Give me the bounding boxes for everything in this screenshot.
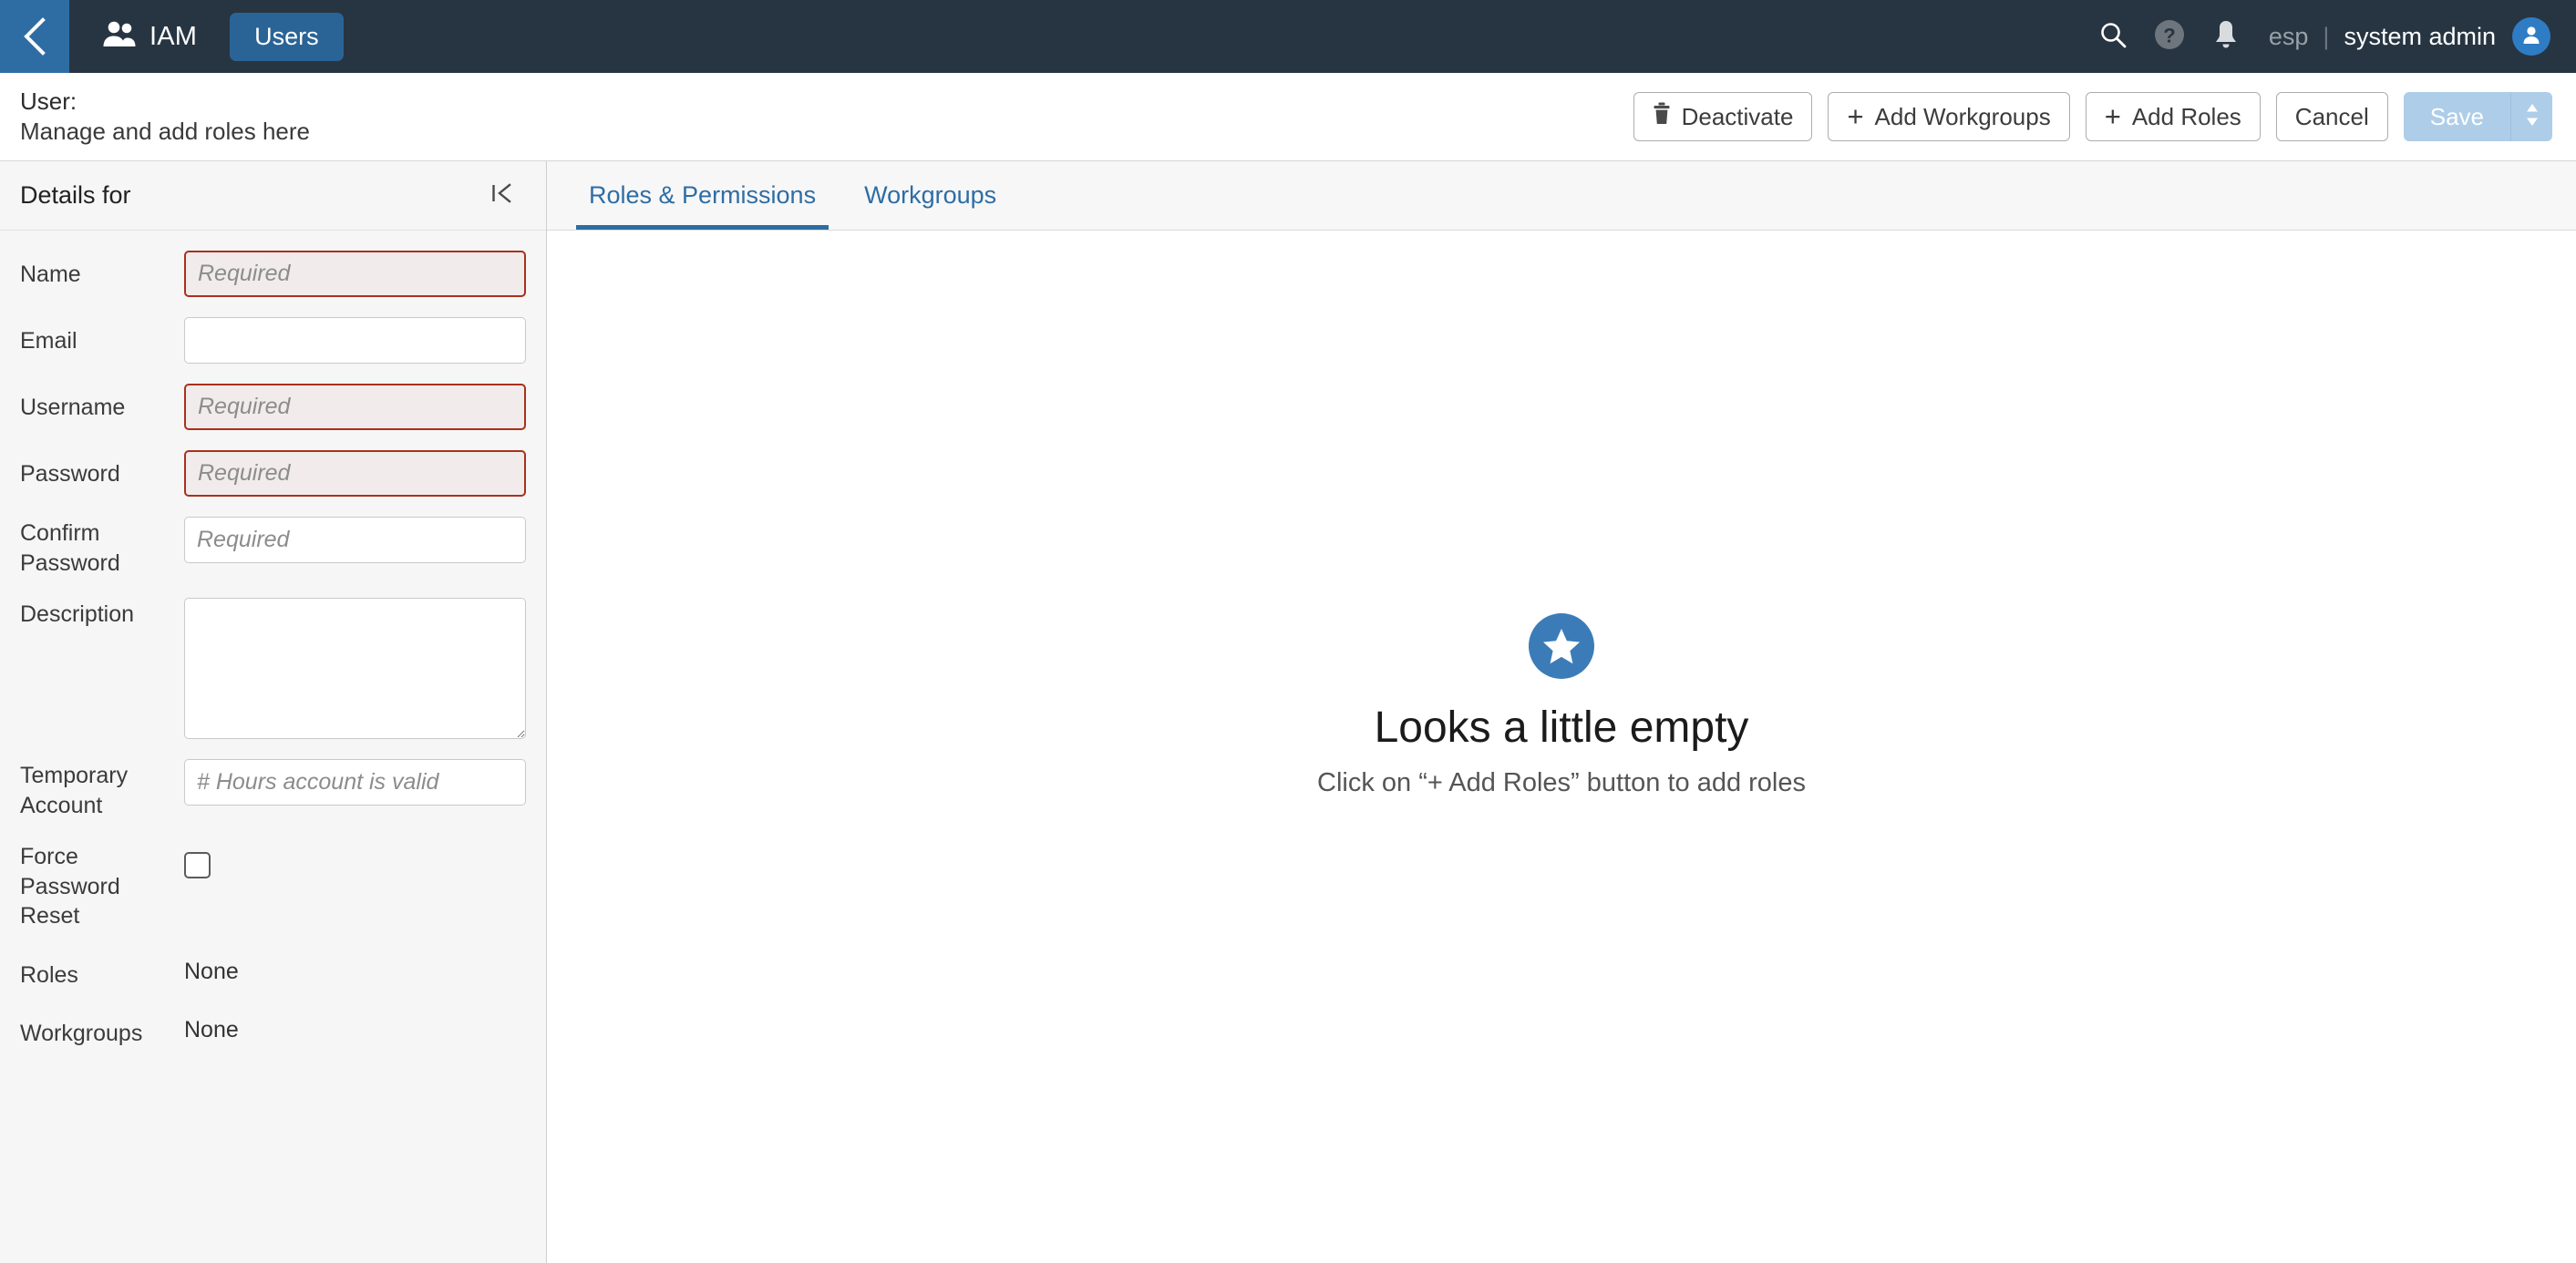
empty-state: Looks a little empty Click on “+ Add Rol…	[547, 231, 2576, 1263]
notifications-button[interactable]	[2198, 0, 2254, 73]
up-down-caret-icon	[2524, 102, 2540, 132]
collapse-panel-button[interactable]	[491, 181, 513, 210]
deactivate-label: Deactivate	[1681, 102, 1794, 130]
content-tabbar: Roles & Permissions Workgroups	[547, 161, 2576, 231]
tab-roles-permissions[interactable]: Roles & Permissions	[576, 161, 829, 230]
action-buttons: Deactivate + Add Workgroups + Add Roles …	[1633, 92, 2552, 141]
add-roles-label: Add Roles	[2131, 102, 2241, 130]
page-subtitle: Manage and add roles here	[20, 118, 311, 145]
page-heading: User: Manage and add roles here	[20, 87, 310, 148]
workgroups-value: None	[184, 1017, 239, 1042]
username-label[interactable]: system admin	[2344, 23, 2496, 51]
field-row-temporary-account: Temporary Account	[0, 759, 546, 820]
language-selector[interactable]: esp	[2269, 23, 2309, 51]
topbar-right-cluster: ? esp | system admin	[2085, 0, 2576, 73]
password-input[interactable]	[184, 450, 526, 497]
cancel-label: Cancel	[2294, 102, 2369, 130]
brand-label: IAM	[149, 21, 198, 51]
temporary-account-input[interactable]	[184, 759, 526, 806]
topbar-divider: |	[2323, 22, 2330, 50]
help-button[interactable]: ?	[2141, 0, 2198, 73]
name-input[interactable]	[184, 251, 526, 297]
sidebar-title: Details for	[20, 181, 131, 209]
field-row-roles: Roles None	[0, 951, 546, 991]
cancel-button[interactable]: Cancel	[2275, 92, 2388, 141]
name-label: Name	[20, 262, 81, 287]
trash-icon	[1653, 102, 1671, 131]
username-label: Username	[20, 395, 126, 420]
save-dropdown-button[interactable]	[2510, 92, 2552, 141]
tab-workgroups[interactable]: Workgroups	[851, 161, 1009, 230]
body-container: Details for Name Email Userna	[0, 161, 2576, 1263]
field-row-password: Password	[0, 450, 546, 497]
back-button[interactable]	[0, 0, 69, 73]
field-row-description: Description	[0, 598, 546, 739]
empty-state-subtitle: Click on “+ Add Roles” button to add rol…	[1317, 768, 1806, 797]
top-navigation-bar: IAM Users ? esp | system admin	[0, 0, 2576, 73]
help-circle-icon: ?	[2154, 19, 2185, 55]
chevron-left-icon	[19, 16, 50, 56]
search-button[interactable]	[2085, 0, 2141, 73]
action-bar: User: Manage and add roles here Deactiva…	[0, 73, 2576, 161]
field-row-name: Name	[0, 251, 546, 297]
email-label: Email	[20, 328, 77, 354]
force-password-reset-label: Force Password Reset	[20, 844, 120, 929]
field-row-force-password-reset: Force Password Reset	[0, 840, 546, 931]
deactivate-button[interactable]: Deactivate	[1633, 92, 1813, 141]
workgroups-label: Workgroups	[20, 1021, 143, 1046]
username-input[interactable]	[184, 384, 526, 430]
star-badge-icon	[1529, 613, 1594, 679]
confirm-password-input[interactable]	[184, 517, 526, 563]
sidebar-header: Details for	[0, 161, 546, 231]
details-sidebar: Details for Name Email Userna	[0, 161, 547, 1263]
temporary-account-label: Temporary Account	[20, 763, 129, 818]
roles-label: Roles	[20, 961, 78, 988]
svg-text:?: ?	[2163, 24, 2175, 46]
description-textarea[interactable]	[184, 598, 526, 739]
save-button-group: Save	[2403, 92, 2552, 141]
password-label: Password	[20, 461, 120, 487]
save-button[interactable]: Save	[2404, 92, 2510, 141]
add-workgroups-label: Add Workgroups	[1874, 102, 2051, 130]
search-icon	[2099, 21, 2127, 53]
plus-icon: +	[1847, 99, 1864, 132]
add-workgroups-button[interactable]: + Add Workgroups	[1828, 92, 2070, 141]
people-icon	[102, 21, 137, 53]
avatar[interactable]	[2512, 17, 2550, 56]
user-details-form: Name Email Username Password Confirm Pas…	[0, 231, 546, 1049]
field-row-confirm-password: Confirm Password	[0, 517, 546, 578]
description-label: Description	[20, 601, 135, 627]
field-row-workgroups: Workgroups None	[0, 1010, 546, 1049]
confirm-password-label: Confirm Password	[20, 520, 120, 576]
field-row-email: Email	[0, 317, 546, 364]
force-password-reset-checkbox[interactable]	[184, 852, 211, 878]
plus-icon: +	[2104, 99, 2121, 132]
main-content: Roles & Permissions Workgroups Looks a l…	[547, 161, 2576, 1263]
empty-state-title: Looks a little empty	[1374, 703, 1749, 752]
field-row-username: Username	[0, 384, 546, 430]
nav-tab-users[interactable]: Users	[230, 12, 344, 61]
bell-icon	[2212, 19, 2240, 55]
email-input[interactable]	[184, 317, 526, 364]
collapse-panel-icon	[491, 181, 513, 210]
user-avatar-icon	[2520, 24, 2542, 50]
add-roles-button[interactable]: + Add Roles	[2085, 92, 2261, 141]
roles-value: None	[184, 958, 239, 984]
brand: IAM	[102, 21, 197, 53]
page-title: User:	[20, 87, 77, 115]
